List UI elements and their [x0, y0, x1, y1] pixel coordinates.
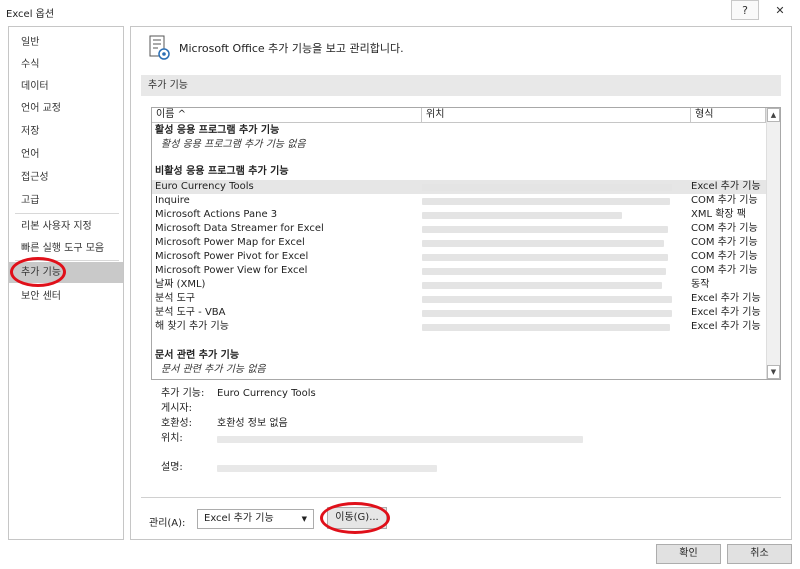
sidebar-item-accessibility[interactable]: 접근성 — [9, 167, 123, 188]
manage-label: 관리(A): — [149, 518, 186, 529]
addin-type: Excel 추가 기능 — [691, 307, 761, 318]
addin-name: Microsoft Power Map for Excel — [155, 237, 305, 248]
addin-location-redacted — [422, 296, 672, 303]
addin-location-redacted — [422, 268, 666, 275]
column-header-location[interactable]: 위치 — [422, 108, 691, 123]
column-header-type[interactable]: 형식 — [691, 108, 766, 123]
group-title-inactive: 비활성 응용 프로그램 추가 기능 — [155, 166, 289, 177]
addin-location-redacted — [422, 184, 672, 191]
addins-icon — [149, 35, 170, 60]
group-empty-document: 문서 관련 추가 기능 없음 — [161, 364, 266, 375]
column-header-name[interactable]: 이름 ^ — [152, 108, 422, 123]
detail-location-label: 위치: — [161, 433, 183, 444]
scroll-down-icon[interactable]: ▼ — [767, 365, 780, 379]
table-row[interactable]: 날짜 (XML) 동작 — [152, 278, 766, 292]
page-title: Microsoft Office 추가 기능을 보고 관리합니다. — [179, 42, 404, 55]
sidebar-item-language[interactable]: 언어 — [9, 144, 123, 165]
addin-name: Microsoft Actions Pane 3 — [155, 209, 278, 220]
detail-addin-value: Euro Currency Tools — [217, 388, 316, 399]
table-row[interactable]: Euro Currency Tools Excel 추가 기능 — [152, 180, 766, 194]
table-row[interactable]: Microsoft Actions Pane 3 XML 확장 팩 — [152, 208, 766, 222]
sidebar-divider — [15, 213, 119, 214]
title-bar: Excel 옵션 ? ✕ — [0, 0, 800, 24]
manage-dropdown-value: Excel 추가 기능 — [204, 513, 274, 524]
manage-dropdown[interactable]: Excel 추가 기능 ▼ — [197, 509, 314, 529]
help-button[interactable]: ? — [731, 0, 759, 20]
addin-name: Inquire — [155, 195, 190, 206]
addin-location-redacted — [422, 282, 662, 289]
addin-type: Excel 추가 기능 — [691, 181, 761, 192]
sidebar-item-trust-center[interactable]: 보안 센터 — [9, 286, 123, 307]
section-title: 추가 기능 — [141, 75, 781, 96]
group-title-document: 문서 관련 추가 기능 — [155, 350, 240, 361]
table-row[interactable]: 해 찾기 추가 기능 Excel 추가 기능 — [152, 320, 766, 334]
close-button[interactable]: ✕ — [766, 0, 794, 20]
sidebar-item-addins[interactable]: 추가 기능 — [9, 262, 123, 283]
addin-type: Excel 추가 기능 — [691, 321, 761, 332]
sidebar-item-advanced[interactable]: 고급 — [9, 190, 123, 211]
table-row[interactable]: Microsoft Power Pivot for Excel COM 추가 기… — [152, 250, 766, 264]
sidebar-item-general[interactable]: 일반 — [9, 32, 123, 53]
addin-type: COM 추가 기능 — [691, 251, 758, 262]
addins-panel: Microsoft Office 추가 기능을 보고 관리합니다. 추가 기능 … — [130, 26, 792, 540]
detail-location-redacted — [217, 436, 583, 443]
group-title-active: 활성 응용 프로그램 추가 기능 — [155, 125, 280, 136]
addin-type: COM 추가 기능 — [691, 265, 758, 276]
addin-type: 동작 — [691, 279, 710, 290]
scroll-up-icon[interactable]: ▲ — [767, 108, 780, 122]
sidebar-divider — [15, 260, 119, 261]
addin-name: Microsoft Power View for Excel — [155, 265, 308, 276]
table-row[interactable]: 분석 도구 Excel 추가 기능 — [152, 292, 766, 306]
detail-addin-label: 추가 기능: — [161, 388, 205, 399]
sidebar-item-formulas[interactable]: 수식 — [9, 54, 123, 75]
go-button[interactable]: 이동(G)... — [327, 507, 387, 529]
addin-location-redacted — [422, 226, 668, 233]
detail-description-label: 설명: — [161, 462, 183, 473]
options-sidebar: 일반 수식 데이터 언어 교정 저장 언어 접근성 고급 리본 사용자 지정 빠… — [8, 26, 124, 540]
addin-name: 날짜 (XML) — [155, 279, 206, 290]
addin-type: COM 추가 기능 — [691, 223, 758, 234]
ok-button[interactable]: 확인 — [656, 544, 721, 564]
sidebar-item-customize-ribbon[interactable]: 리본 사용자 지정 — [9, 216, 123, 237]
addin-name: Euro Currency Tools — [155, 181, 254, 192]
detail-publisher-label: 게시자: — [161, 403, 192, 414]
sidebar-item-proofing[interactable]: 언어 교정 — [9, 98, 123, 119]
sidebar-item-save[interactable]: 저장 — [9, 121, 123, 142]
sidebar-item-quick-access-toolbar[interactable]: 빠른 실행 도구 모음 — [9, 238, 123, 259]
addin-location-redacted — [422, 310, 672, 317]
detail-compat-label: 호환성: — [161, 418, 192, 429]
table-row[interactable]: Microsoft Power Map for Excel COM 추가 기능 — [152, 236, 766, 250]
group-empty-active: 활성 응용 프로그램 추가 기능 없음 — [161, 139, 306, 150]
addin-location-redacted — [422, 254, 668, 261]
addin-location-redacted — [422, 198, 670, 205]
close-icon: ✕ — [775, 3, 785, 17]
list-scrollbar[interactable]: ▲ ▼ — [766, 108, 780, 379]
addins-list: 이름 ^ 위치 형식 활성 응용 프로그램 추가 기능 활성 응용 프로그램 추… — [151, 107, 781, 380]
addin-name: 분석 도구 — [155, 293, 195, 304]
table-row[interactable]: Microsoft Power View for Excel COM 추가 기능 — [152, 264, 766, 278]
divider — [141, 497, 781, 498]
addin-type: COM 추가 기능 — [691, 195, 758, 206]
chevron-down-icon: ▼ — [301, 515, 307, 523]
detail-description-redacted — [217, 465, 437, 472]
table-row[interactable]: 분석 도구 - VBA Excel 추가 기능 — [152, 306, 766, 320]
addin-type: Excel 추가 기능 — [691, 293, 761, 304]
sidebar-item-data[interactable]: 데이터 — [9, 76, 123, 97]
help-icon: ? — [742, 3, 748, 17]
table-row[interactable]: Microsoft Data Streamer for Excel COM 추가… — [152, 222, 766, 236]
window-title: Excel 옵션 — [6, 9, 55, 20]
addin-type: COM 추가 기능 — [691, 237, 758, 248]
addin-name: 분석 도구 - VBA — [155, 307, 226, 318]
detail-compat-value: 호환성 정보 없음 — [217, 418, 288, 429]
addin-name: 해 찾기 추가 기능 — [155, 321, 229, 332]
addin-location-redacted — [422, 324, 670, 331]
addin-type: XML 확장 팩 — [691, 209, 747, 220]
addin-name: Microsoft Data Streamer for Excel — [155, 223, 324, 234]
addin-location-redacted — [422, 212, 622, 219]
addin-location-redacted — [422, 240, 664, 247]
addin-name: Microsoft Power Pivot for Excel — [155, 251, 309, 262]
cancel-button[interactable]: 취소 — [727, 544, 792, 564]
table-row[interactable]: Inquire COM 추가 기능 — [152, 194, 766, 208]
